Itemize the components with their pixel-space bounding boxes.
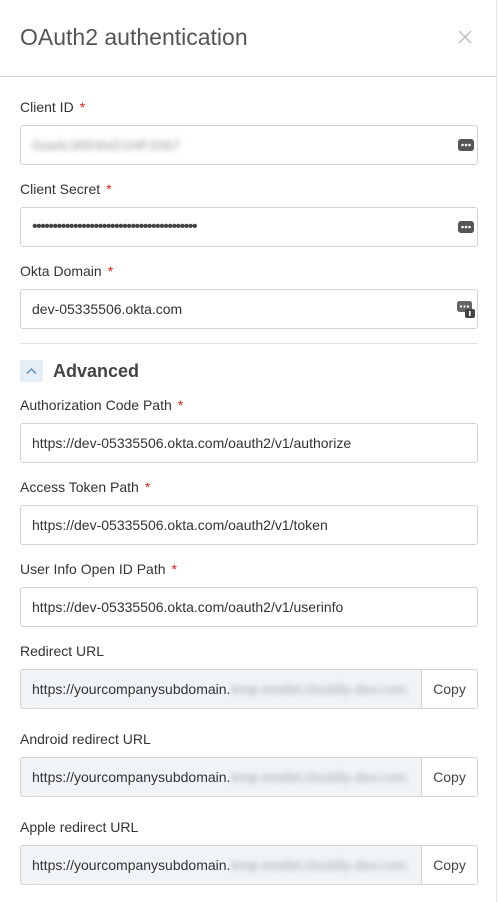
access-token-path-value: https://dev-05335506.okta.com/oauth2/v1/… bbox=[32, 517, 328, 533]
password-manager-icon[interactable] bbox=[457, 218, 475, 236]
redirect-url-value: https://yourcompanysubdomain.kmp-model.c… bbox=[32, 681, 408, 697]
required-mark: * bbox=[107, 263, 114, 279]
dialog-title: OAuth2 authentication bbox=[20, 24, 248, 50]
redirect-url-label: Redirect URL bbox=[20, 643, 105, 659]
oauth2-dialog: OAuth2 authentication Client ID * 0oa4c3t… bbox=[0, 0, 497, 902]
chevron-up-icon bbox=[26, 368, 37, 374]
client-id-value: 0oa4c3t5h8sD1NF2067 bbox=[32, 137, 180, 153]
android-redirect-url-field: https://yourcompanysubdomain.kmp-model.c… bbox=[20, 757, 478, 797]
okta-domain-label: Okta Domain * bbox=[20, 263, 114, 279]
client-secret-label: Client Secret * bbox=[20, 181, 112, 197]
okta-domain-field[interactable]: dev-05335506.okta.com bbox=[20, 289, 478, 329]
required-mark: * bbox=[79, 99, 86, 115]
copy-android-redirect-url-button[interactable]: Copy bbox=[421, 758, 477, 796]
android-redirect-url-value: https://yourcompanysubdomain.kmp-model.c… bbox=[32, 769, 408, 785]
client-id-field[interactable]: 0oa4c3t5h8sD1NF2067 bbox=[20, 125, 478, 165]
apple-redirect-url-field: https://yourcompanysubdomain.kmp-model.c… bbox=[20, 845, 478, 885]
advanced-section-title: Advanced bbox=[53, 361, 140, 381]
okta-domain-value: dev-05335506.okta.com bbox=[32, 301, 183, 317]
dialog-header: OAuth2 authentication bbox=[0, 0, 496, 77]
autofill-badge-icon[interactable] bbox=[457, 300, 475, 318]
apple-redirect-url-value: https://yourcompanysubdomain.kmp-model.c… bbox=[32, 857, 408, 873]
client-id-label: Client ID * bbox=[20, 99, 86, 115]
copy-apple-redirect-url-button[interactable]: Copy bbox=[421, 846, 477, 884]
android-redirect-url-label: Android redirect URL bbox=[20, 731, 151, 747]
auth-code-path-label: Authorization Code Path * bbox=[20, 397, 184, 413]
auth-code-path-value: https://dev-05335506.okta.com/oauth2/v1/… bbox=[32, 435, 352, 451]
userinfo-path-value: https://dev-05335506.okta.com/oauth2/v1/… bbox=[32, 599, 344, 615]
client-secret-field[interactable]: •••••••••••••••••••••••••••••••••••••••• bbox=[20, 207, 478, 247]
apple-redirect-url-label: Apple redirect URL bbox=[20, 819, 139, 835]
section-divider bbox=[20, 343, 478, 344]
userinfo-path-field[interactable]: https://dev-05335506.okta.com/oauth2/v1/… bbox=[20, 587, 478, 627]
auth-code-path-field[interactable]: https://dev-05335506.okta.com/oauth2/v1/… bbox=[20, 423, 478, 463]
access-token-path-field[interactable]: https://dev-05335506.okta.com/oauth2/v1/… bbox=[20, 505, 478, 545]
client-secret-value: •••••••••••••••••••••••••••••••••••••••• bbox=[32, 218, 198, 235]
required-mark: * bbox=[106, 181, 112, 197]
advanced-collapse-toggle[interactable] bbox=[20, 360, 43, 382]
required-mark: * bbox=[144, 479, 151, 495]
close-icon[interactable] bbox=[456, 28, 474, 46]
password-manager-icon[interactable] bbox=[457, 136, 475, 154]
userinfo-path-label: User Info Open ID Path * bbox=[20, 561, 177, 577]
required-mark: * bbox=[171, 561, 177, 577]
redirect-url-field: https://yourcompanysubdomain.kmp-model.c… bbox=[20, 669, 478, 709]
copy-redirect-url-button[interactable]: Copy bbox=[421, 670, 477, 708]
required-mark: * bbox=[177, 397, 184, 413]
access-token-path-label: Access Token Path * bbox=[20, 479, 151, 495]
